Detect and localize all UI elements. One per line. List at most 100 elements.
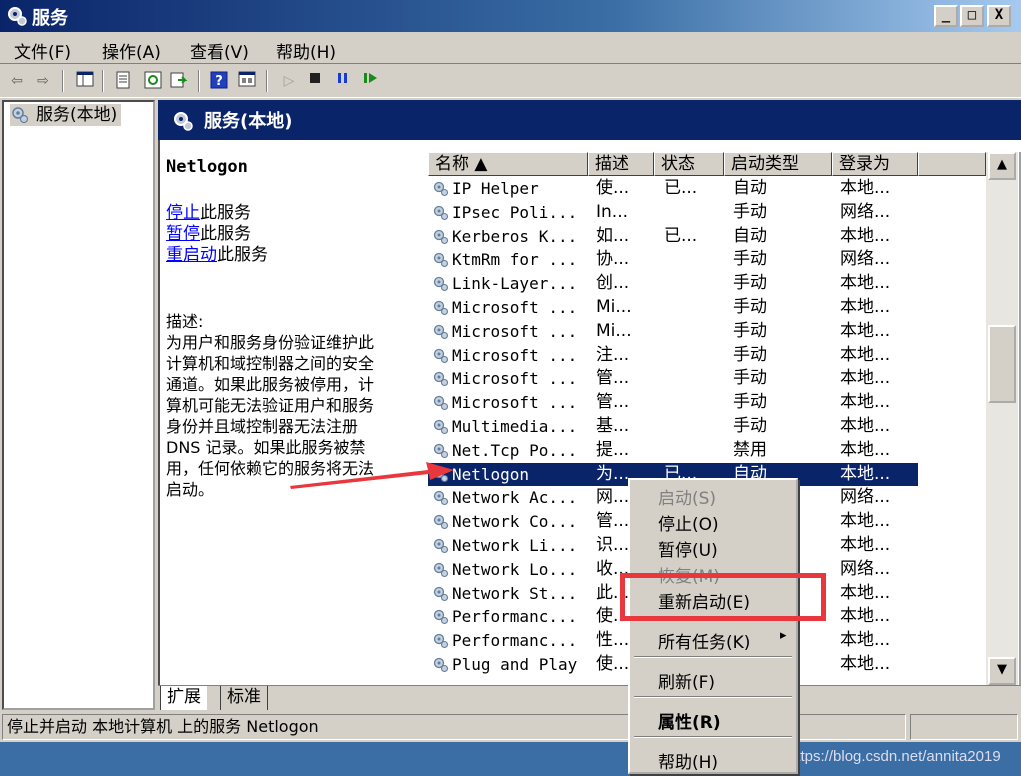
restart-service-icon[interactable] [360, 71, 382, 91]
link-text[interactable]: 暂停 [166, 224, 200, 244]
service-logon-cell: 本地... [840, 368, 891, 389]
service-logon-cell: 网络... [840, 249, 891, 270]
context-all-tasks[interactable]: 所有任务(K) [658, 628, 750, 653]
service-name-cell: Network St... [452, 583, 578, 603]
start-service-icon[interactable]: ▷ [278, 71, 300, 91]
service-gear-icon [433, 348, 449, 363]
service-name-cell: Net.Tcp Po... [452, 440, 578, 460]
menu-help[interactable]: 帮助(H) [276, 38, 336, 63]
scroll-down-button[interactable]: ▼ [988, 657, 1016, 685]
service-gear-icon [433, 181, 449, 197]
refresh-icon[interactable] [142, 71, 164, 91]
vertical-scrollbar[interactable]: ▲ ▼ [986, 152, 1018, 685]
context-help[interactable]: 帮助(H) [658, 748, 718, 773]
tab-standard[interactable]: 标准 [220, 686, 268, 710]
service-gear-icon [433, 657, 449, 673]
context-properties[interactable]: 属性(R) [658, 708, 721, 733]
selected-service-name: Netlogon [166, 157, 248, 177]
menu-view[interactable]: 查看(V) [190, 38, 249, 63]
link-text[interactable]: 重启动 [166, 245, 217, 265]
column-header-name[interactable]: 名称 ▲ [428, 152, 588, 176]
context-refresh[interactable]: 刷新(F) [658, 668, 715, 693]
service-startup-type-cell: 手动 [733, 249, 767, 270]
menu-separator [634, 736, 792, 738]
services-gear-icon [8, 7, 27, 26]
table-row[interactable]: KtmRm for ... 协... 手动 网络... [428, 248, 918, 272]
service-gear-icon [433, 586, 449, 601]
tab-extended[interactable]: 扩展 [160, 686, 207, 710]
list-top-edge [412, 140, 1021, 152]
table-row[interactable]: Microsoft ... 注... 手动 本地... [428, 344, 918, 368]
table-row[interactable]: Multimedia... 基... 手动 本地... [428, 415, 918, 439]
table-row[interactable]: Microsoft ... 管... 手动 本地... [428, 367, 918, 391]
table-row[interactable]: IPsec Poli... In... 手动 网络... [428, 201, 918, 225]
service-startup-type-cell: 手动 [733, 416, 767, 436]
service-logon-cell: 网络... [840, 558, 891, 579]
table-row[interactable]: Link-Layer... 创... 手动 本地... [428, 272, 918, 296]
forward-icon[interactable]: ⇨ [32, 71, 54, 91]
maximize-button[interactable]: □ [960, 5, 984, 27]
window-title: 服务 [32, 8, 68, 29]
context-stop[interactable]: 停止(O) [658, 510, 719, 535]
menu-action[interactable]: 操作(A) [102, 38, 161, 63]
close-button[interactable]: X [987, 5, 1011, 27]
menu-file[interactable]: 文件(F) [14, 38, 71, 63]
service-name-cell: Microsoft ... [452, 345, 578, 365]
service-gear-icon [433, 491, 449, 506]
link-suffix: 此服务 [200, 203, 251, 223]
column-header-logon-as[interactable]: 登录为 [832, 152, 918, 176]
service-name-cell: Network Lo... [452, 559, 578, 579]
table-row[interactable]: Microsoft ... Mi... 手动 本地... [428, 296, 918, 320]
table-row[interactable]: Microsoft ... 管... 手动 本地... [428, 391, 918, 415]
link-text[interactable]: 停止 [166, 203, 200, 223]
show-hide-tree-icon[interactable] [74, 71, 96, 91]
console-view-icon[interactable] [236, 71, 258, 91]
service-name-cell: Microsoft ... [452, 393, 578, 413]
column-header-description[interactable]: 描述 [588, 152, 654, 176]
menu-bar: 文件(F) 操作(A) 查看(V) 帮助(H) [0, 32, 1021, 64]
stop-service-icon[interactable] [304, 71, 326, 91]
pause-service-icon[interactable] [332, 71, 354, 91]
toolbar-separator [62, 70, 64, 92]
pause-service-link[interactable]: 暂停此服务 [166, 224, 251, 245]
table-row[interactable]: Net.Tcp Po... 提... 禁用 本地... [428, 439, 918, 463]
service-logon-cell: 本地... [840, 535, 891, 555]
column-header-status[interactable]: 状态 [654, 152, 724, 176]
table-row[interactable]: Microsoft ... Mi... 手动 本地... [428, 320, 918, 344]
service-logon-cell: 本地... [840, 582, 891, 603]
restart-service-link[interactable]: 重启动此服务 [166, 245, 268, 266]
toolbar: ⇦ ⇨ ? ▷ [0, 64, 1021, 98]
column-header-startup-type[interactable]: 启动类型 [724, 152, 832, 176]
service-startup-type-cell: 手动 [733, 201, 767, 222]
toolbar-separator [102, 70, 104, 92]
submenu-arrow-icon: ▸ [780, 628, 787, 643]
properties-icon[interactable] [112, 71, 134, 91]
menu-separator [634, 656, 792, 658]
stop-service-link[interactable]: 停止此服务 [166, 203, 251, 224]
service-gear-icon [433, 419, 449, 435]
back-icon[interactable]: ⇦ [6, 71, 28, 91]
service-logon-cell: 本地... [840, 297, 891, 317]
tree-item-services-local[interactable]: 服务(本地) [10, 104, 122, 126]
scroll-up-button[interactable]: ▲ [988, 152, 1016, 180]
services-gear-icon [12, 107, 29, 124]
help-icon[interactable]: ? [208, 71, 230, 91]
service-startup-type-cell: 手动 [733, 273, 767, 294]
table-row[interactable]: Kerberos K... 如... 已... 自动 本地... [428, 225, 918, 249]
table-row[interactable]: IP Helper 使... 已... 自动 本地... [428, 177, 918, 201]
context-pause[interactable]: 暂停(U) [658, 536, 718, 561]
column-header-filler [918, 152, 986, 176]
scroll-thumb[interactable] [988, 325, 1016, 403]
service-startup-type-cell: 手动 [733, 297, 767, 317]
service-logon-cell: 本地... [840, 630, 891, 651]
svg-text:?: ? [215, 74, 223, 89]
minimize-button[interactable]: _ [934, 5, 958, 27]
context-start[interactable]: 启动(S) [658, 484, 716, 509]
service-gear-icon [433, 205, 449, 220]
description-line: 计算机和域控制器之间的安全 [166, 354, 375, 373]
watermark: https://blog.csdn.net/annita2019 [788, 748, 1001, 765]
export-list-icon[interactable] [168, 71, 190, 91]
description-line: DNS 记录。如果此服务被禁 [166, 438, 366, 457]
description-label: 描述: [166, 312, 204, 331]
service-logon-cell: 本地... [840, 225, 891, 246]
